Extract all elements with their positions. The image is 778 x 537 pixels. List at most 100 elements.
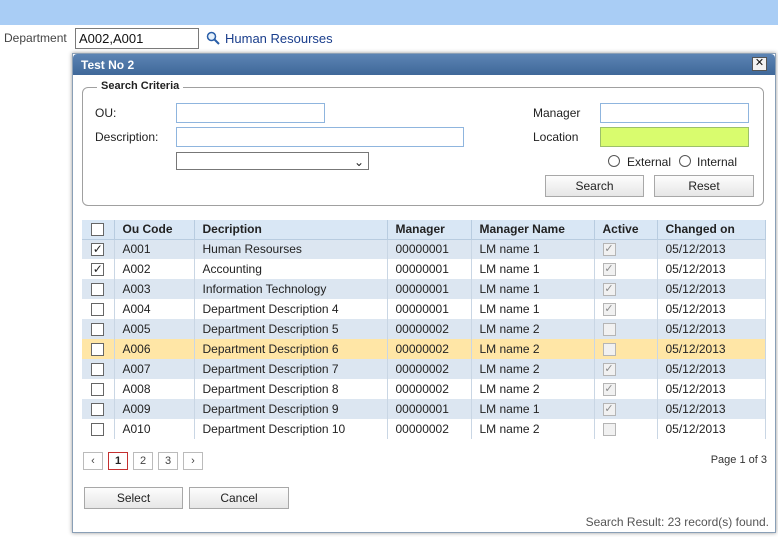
manager-name-cell: LM name 2	[471, 419, 595, 439]
table-row[interactable]: A008 Department Description 8 00000002 LM n…	[82, 379, 766, 399]
table-row[interactable]: A004 Department Description 4 00000001 LM n…	[82, 299, 766, 319]
department-name-link[interactable]: Human Resourses	[225, 31, 333, 46]
ou-code-cell: A010	[114, 419, 195, 439]
changed-on-cell: 05/12/2013	[657, 299, 766, 319]
manager-cell: 00000001	[387, 259, 472, 279]
table-row[interactable]: A005 Department Description 5 00000002 LM n…	[82, 319, 766, 339]
manager-name-cell: LM name 1	[471, 299, 595, 319]
row-checkbox[interactable]	[91, 343, 105, 357]
description-cell: Department Description 7	[194, 359, 388, 379]
close-icon[interactable]: ✕	[752, 57, 767, 71]
col-description[interactable]: Decription	[194, 220, 388, 240]
results-table: Ou Code Decription Manager Manager Name …	[82, 220, 766, 439]
table-row[interactable]: A007 Department Description 7 00000002 LM n…	[82, 359, 766, 379]
chevron-down-icon: ⌄	[353, 155, 364, 169]
reset-button[interactable]: Reset	[654, 175, 754, 197]
row-select-cell	[82, 299, 115, 319]
row-checkbox[interactable]	[91, 303, 105, 317]
manager-name-cell: LM name 1	[471, 399, 595, 419]
ou-code-cell: A001	[114, 239, 195, 259]
row-select-cell	[82, 399, 115, 419]
location-label: Location	[533, 130, 579, 144]
row-checkbox[interactable]	[91, 363, 105, 377]
search-button[interactable]: Search	[545, 175, 644, 197]
row-checkbox[interactable]: ✓	[91, 243, 105, 257]
active-cell: ✓	[594, 359, 658, 379]
changed-on-cell: 05/12/2013	[657, 399, 766, 419]
active-checkbox: ✓	[602, 283, 616, 297]
page-info: Page 1 of 3	[710, 454, 767, 466]
active-cell: ✓	[594, 259, 658, 279]
row-checkbox[interactable]	[91, 423, 105, 437]
manager-name-cell: LM name 1	[471, 239, 595, 259]
search-criteria-legend: Search Criteria	[97, 80, 184, 92]
select-all-checkbox[interactable]	[91, 223, 105, 237]
description-cell: Department Description 10	[194, 419, 388, 439]
description-cell: Department Description 6	[194, 339, 388, 359]
manager-name-cell: LM name 1	[471, 279, 595, 299]
page-3-button[interactable]: 3	[158, 452, 178, 470]
table-row[interactable]: A009 Department Description 9 00000001 LM n…	[82, 399, 766, 419]
col-manager[interactable]: Manager	[387, 220, 472, 240]
active-cell: ✓	[594, 379, 658, 399]
manager-cell: 00000001	[387, 399, 472, 419]
select-button[interactable]: Select	[84, 487, 183, 509]
search-result-status: Search Result: 23 record(s) found.	[585, 515, 769, 529]
manager-name-cell: LM name 2	[471, 359, 595, 379]
table-row[interactable]: A003 Information Technology 00000001 LM nam…	[82, 279, 766, 299]
row-select-cell	[82, 279, 115, 299]
manager-cell: 00000002	[387, 359, 472, 379]
filter-select[interactable]: ⌄	[176, 152, 369, 170]
next-page-button[interactable]: ›	[183, 452, 203, 470]
description-cell: Human Resourses	[194, 239, 388, 259]
col-active[interactable]: Active	[594, 220, 658, 240]
cancel-button[interactable]: Cancel	[189, 487, 289, 509]
active-cell	[594, 319, 658, 339]
select-all-cell	[82, 220, 115, 240]
dialog-titlebar: Test No 2 ✕	[73, 54, 775, 75]
table-header-row: Ou Code Decription Manager Manager Name …	[82, 220, 766, 240]
manager-input[interactable]	[600, 103, 749, 123]
description-cell: Department Description 5	[194, 319, 388, 339]
table-row[interactable]: ✓ A001 Human Resourses 00000001 LM name 1 ✓ 05…	[82, 239, 766, 259]
row-checkbox[interactable]	[91, 283, 105, 297]
active-cell: ✓	[594, 239, 658, 259]
row-checkbox[interactable]	[91, 323, 105, 337]
table-row[interactable]: A010 Department Description 10 00000002 LM …	[82, 419, 766, 439]
manager-cell: 00000002	[387, 379, 472, 399]
location-input[interactable]	[600, 127, 749, 147]
col-ou-code[interactable]: Ou Code	[114, 220, 195, 240]
changed-on-cell: 05/12/2013	[657, 319, 766, 339]
prev-page-button[interactable]: ‹	[83, 452, 103, 470]
table-row[interactable]: ✓ A002 Accounting 00000001 LM name 1 ✓ 05/12/2…	[82, 259, 766, 279]
description-input[interactable]	[176, 127, 464, 147]
row-checkbox[interactable]: ✓	[91, 263, 105, 277]
internal-radio[interactable]	[679, 155, 691, 167]
active-cell: ✓	[594, 299, 658, 319]
table-row[interactable]: A006 Department Description 6 00000002 LM n…	[82, 339, 766, 359]
external-radio[interactable]	[608, 155, 620, 167]
ou-input[interactable]	[176, 103, 325, 123]
row-checkbox[interactable]	[91, 403, 105, 417]
page-1-button[interactable]: 1	[108, 452, 128, 470]
row-select-cell: ✓	[82, 259, 115, 279]
ou-code-cell: A009	[114, 399, 195, 419]
active-cell	[594, 419, 658, 439]
manager-name-cell: LM name 1	[471, 259, 595, 279]
description-cell: Department Description 4	[194, 299, 388, 319]
department-input[interactable]	[75, 28, 199, 49]
lookup-dialog: Test No 2 ✕ Search Criteria OU: Descript…	[72, 53, 776, 533]
changed-on-cell: 05/12/2013	[657, 339, 766, 359]
row-checkbox[interactable]	[91, 383, 105, 397]
search-icon[interactable]	[206, 31, 220, 45]
manager-name-cell: LM name 2	[471, 319, 595, 339]
active-checkbox: ✓	[602, 263, 616, 277]
active-checkbox: ✓	[602, 243, 616, 257]
changed-on-cell: 05/12/2013	[657, 359, 766, 379]
page-2-button[interactable]: 2	[133, 452, 153, 470]
description-label: Description:	[95, 130, 159, 144]
department-label: Department	[4, 31, 67, 45]
col-changed-on[interactable]: Changed on	[657, 220, 766, 240]
changed-on-cell: 05/12/2013	[657, 419, 766, 439]
col-manager-name[interactable]: Manager Name	[471, 220, 595, 240]
